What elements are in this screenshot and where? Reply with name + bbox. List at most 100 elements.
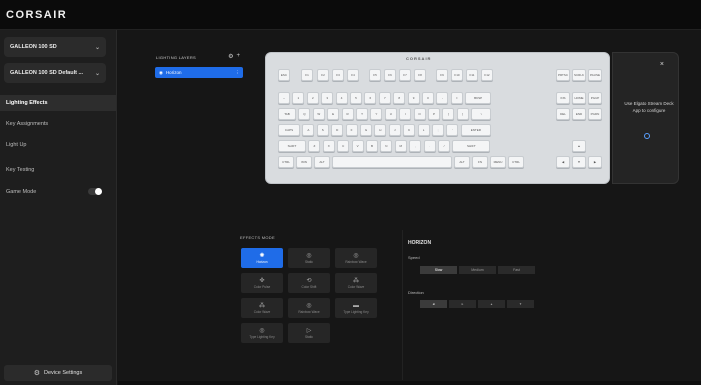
- effect-button[interactable]: ◎ Rainbow Wave: [288, 298, 330, 318]
- key[interactable]: 7: [378, 92, 391, 104]
- key[interactable]: PGDN: [588, 108, 602, 120]
- key[interactable]: C: [337, 140, 350, 152]
- key[interactable]: P: [428, 108, 440, 120]
- key[interactable]: /: [438, 140, 450, 152]
- key[interactable]: V: [351, 140, 364, 152]
- key[interactable]: CTRL: [278, 156, 294, 168]
- key[interactable]: L: [417, 124, 430, 136]
- direction-option[interactable]: ▸: [449, 300, 476, 308]
- key[interactable]: TAB: [278, 108, 296, 120]
- key[interactable]: 0: [422, 92, 434, 104]
- key[interactable]: ▶: [588, 156, 602, 168]
- key[interactable]: J: [388, 124, 401, 136]
- sidebar-item-lighting-effects[interactable]: Lighting Effects: [0, 95, 116, 111]
- key[interactable]: BKSP: [465, 92, 492, 104]
- key[interactable]: F6: [384, 69, 396, 81]
- effect-button[interactable]: ▬ Type Lighting Key: [335, 298, 377, 318]
- key[interactable]: ◀: [556, 156, 570, 168]
- direction-option[interactable]: ▴: [478, 300, 505, 308]
- speed-option[interactable]: Fast: [498, 266, 535, 274]
- key[interactable]: SHIFT: [278, 140, 306, 152]
- key[interactable]: 1: [292, 92, 305, 104]
- layer-item-horizon[interactable]: ◉ Horizon ⋮: [155, 67, 243, 78]
- key[interactable]: D: [331, 124, 344, 136]
- more-options-icon[interactable]: ⋮: [236, 70, 241, 76]
- key[interactable]: G: [360, 124, 372, 136]
- key[interactable]: F5: [369, 69, 381, 81]
- key[interactable]: N: [380, 140, 393, 152]
- key[interactable]: F: [345, 124, 358, 136]
- add-layer-icon[interactable]: +: [236, 53, 240, 60]
- key[interactable]: .: [423, 140, 436, 152]
- key[interactable]: PAUSE: [588, 69, 602, 81]
- sidebar-item-key-assignments[interactable]: Key Assignments: [0, 116, 116, 132]
- key[interactable]: F4: [347, 69, 359, 81]
- key[interactable]: F2: [317, 69, 329, 81]
- key[interactable]: ]: [456, 108, 469, 120]
- profile-dropdown[interactable]: GALLEON 100 SD Default ... ⌄: [4, 63, 106, 83]
- key[interactable]: T: [356, 108, 368, 120]
- settings-icon[interactable]: ⚙: [228, 53, 233, 60]
- game-mode-toggle[interactable]: [88, 188, 102, 195]
- key[interactable]: Z: [308, 140, 321, 152]
- key[interactable]: MENU: [490, 156, 506, 168]
- key[interactable]: SHIFT: [452, 140, 491, 152]
- key[interactable]: F1: [301, 69, 313, 81]
- effect-button[interactable]: ⟲ Color Shift: [288, 273, 330, 293]
- effect-button[interactable]: ✺ Horizon: [241, 248, 283, 268]
- device-dropdown[interactable]: GALLEON 100 SD ⌄: [4, 37, 106, 57]
- key[interactable]: PGUP: [588, 92, 602, 104]
- effect-button[interactable]: ⁂ Color Wave: [241, 298, 283, 318]
- key[interactable]: F7: [399, 69, 411, 81]
- key[interactable]: FN: [472, 156, 488, 168]
- key[interactable]: 2: [306, 92, 319, 104]
- key[interactable]: F12: [481, 69, 493, 81]
- key[interactable]: S: [316, 124, 329, 136]
- key[interactable]: =: [450, 92, 463, 104]
- key[interactable]: F3: [332, 69, 344, 81]
- key[interactable]: 5: [350, 92, 362, 104]
- key[interactable]: PRTSC: [556, 69, 570, 81]
- key[interactable]: CTRL: [508, 156, 524, 168]
- key[interactable]: I: [399, 108, 412, 120]
- key[interactable]: WIN: [296, 156, 312, 168]
- key[interactable]: F10: [451, 69, 463, 81]
- key[interactable]: ▼: [572, 156, 586, 168]
- key[interactable]: H: [374, 124, 387, 136]
- key[interactable]: END: [572, 108, 586, 120]
- stream-deck-icon[interactable]: [644, 133, 650, 139]
- key[interactable]: 8: [393, 92, 406, 104]
- key[interactable]: A: [302, 124, 315, 136]
- key[interactable]: F9: [436, 69, 448, 81]
- key[interactable]: 9: [407, 92, 420, 104]
- key[interactable]: ;: [432, 124, 444, 136]
- effect-button[interactable]: ◎ Rainbow Wave: [335, 248, 377, 268]
- effect-button[interactable]: ◎ Static: [288, 248, 330, 268]
- speed-option[interactable]: Medium: [459, 266, 496, 274]
- key[interactable]: K: [403, 124, 416, 136]
- key[interactable]: U: [384, 108, 397, 120]
- key[interactable]: SCRLK: [572, 69, 586, 81]
- key[interactable]: ,: [409, 140, 422, 152]
- speed-option[interactable]: Slow: [420, 266, 457, 274]
- key[interactable]: ~: [278, 92, 290, 104]
- effect-button[interactable]: ◎ Type Lighting Key: [241, 323, 283, 343]
- key[interactable]: X: [322, 140, 335, 152]
- layer-eye-icon[interactable]: ◉: [159, 70, 163, 76]
- key[interactable]: W: [312, 108, 325, 120]
- key[interactable]: HOME: [572, 92, 586, 104]
- key[interactable]: F8: [414, 69, 426, 81]
- key[interactable]: B: [366, 140, 378, 152]
- key[interactable]: E: [327, 108, 340, 120]
- key[interactable]: Q: [298, 108, 311, 120]
- effect-button[interactable]: ▷ Static: [288, 323, 330, 343]
- key[interactable]: DEL: [556, 108, 570, 120]
- direction-option[interactable]: ▾: [507, 300, 534, 308]
- key[interactable]: ESC: [278, 69, 290, 81]
- key[interactable]: 3: [321, 92, 334, 104]
- key[interactable]: [: [442, 108, 455, 120]
- effect-button[interactable]: ⁂ Color Wave: [335, 273, 377, 293]
- effect-button[interactable]: ✜ Color Pulse: [241, 273, 283, 293]
- key[interactable]: 6: [364, 92, 377, 104]
- key[interactable]: Y: [370, 108, 383, 120]
